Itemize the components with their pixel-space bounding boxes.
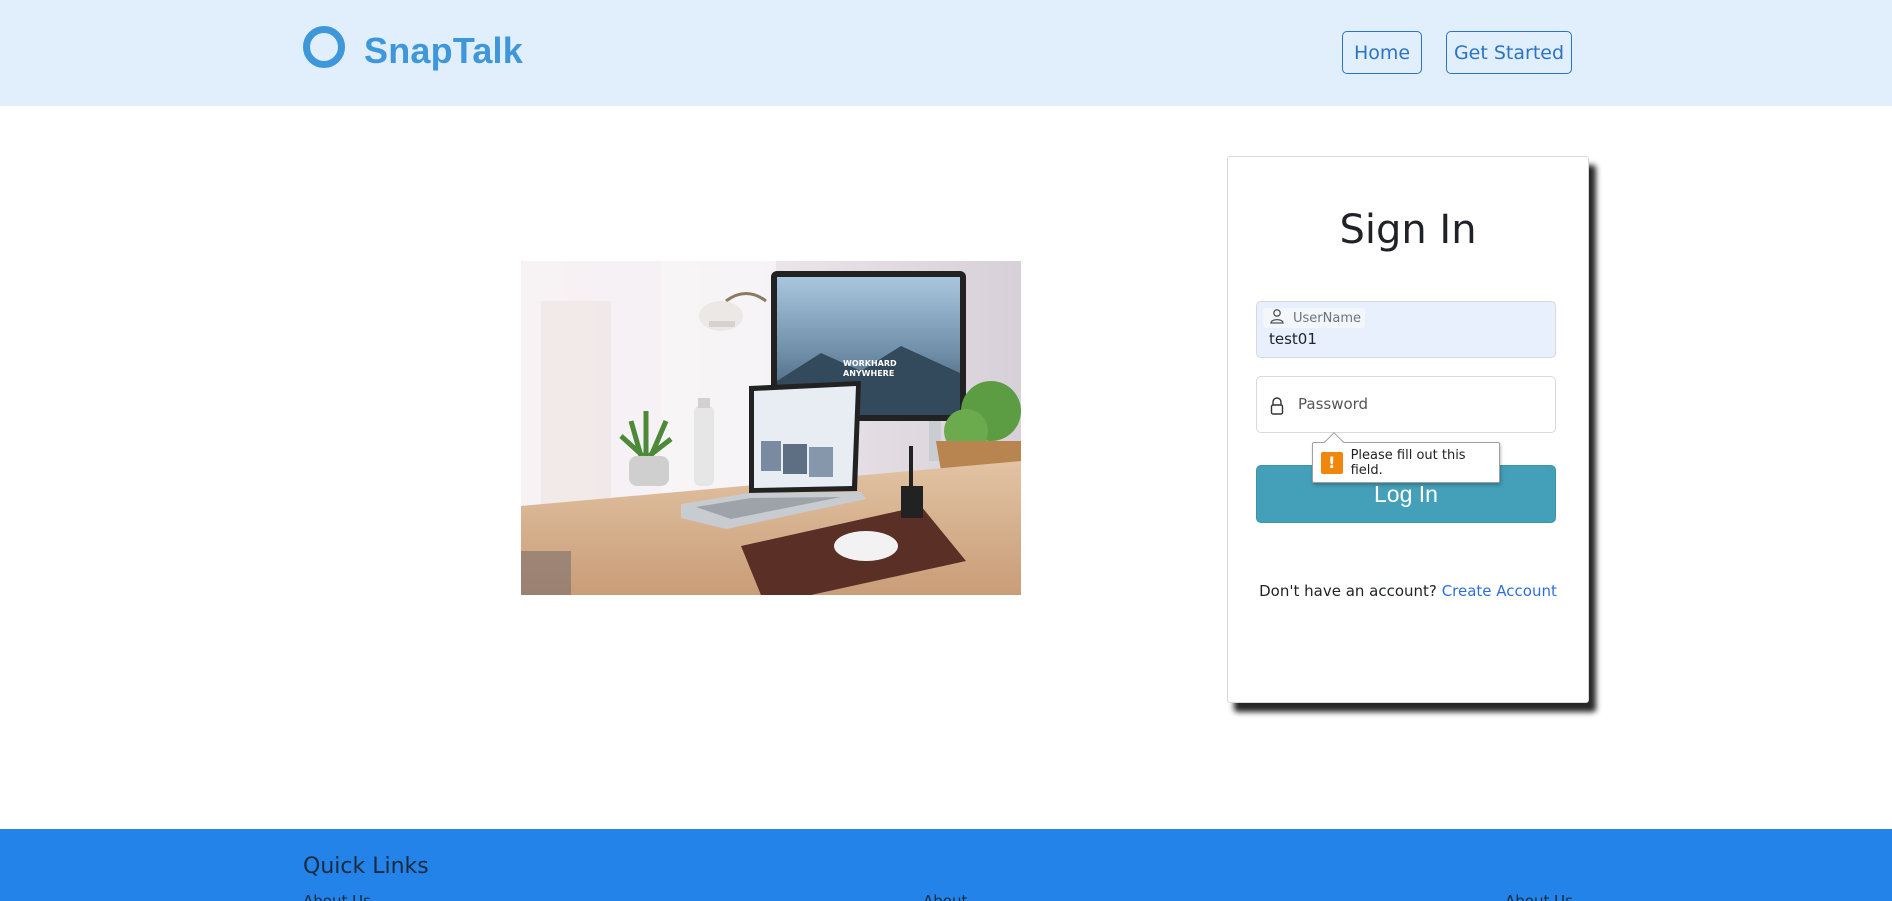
username-field[interactable]: UserName test01 (1256, 301, 1556, 358)
signin-card: Sign In UserName test01 Password ! Pleas… (1227, 156, 1589, 703)
warning-icon: ! (1321, 451, 1343, 474)
nav-home-button[interactable]: Home (1342, 31, 1422, 74)
username-label: UserName (1263, 308, 1365, 328)
svg-text:ANYWHERE: ANYWHERE (843, 369, 894, 378)
username-label-text: UserName (1293, 310, 1361, 326)
brand-name[interactable]: SnapTalk (364, 30, 523, 72)
signup-prompt: Don't have an account? Create Account (1228, 582, 1588, 600)
create-account-link[interactable]: Create Account (1442, 582, 1557, 600)
desk-scene-illustration: WORKHARD ANYWHERE (521, 261, 1021, 595)
footer-link-about-us-2[interactable]: About Us (1505, 892, 1573, 901)
user-icon (1269, 308, 1285, 328)
lock-icon (1269, 396, 1285, 420)
signin-title: Sign In (1339, 207, 1477, 253)
validation-tooltip: ! Please fill out this field. (1312, 442, 1500, 483)
footer-link-about[interactable]: About (923, 892, 967, 901)
site-footer: Quick Links About Us About About Us (0, 829, 1892, 901)
validation-message: Please fill out this field. (1350, 447, 1466, 478)
footer-title: Quick Links (303, 854, 429, 879)
password-field[interactable]: Password (1256, 376, 1556, 433)
footer-link-about-us[interactable]: About Us (303, 892, 371, 901)
brand-ring-icon (303, 26, 345, 68)
nav-get-started-button[interactable]: Get Started (1446, 31, 1572, 74)
site-header: SnapTalk Home Get Started (0, 0, 1892, 106)
signup-prompt-text: Don't have an account? (1259, 582, 1437, 600)
password-placeholder: Password (1298, 395, 1369, 413)
hero-image: WORKHARD ANYWHERE (521, 261, 1021, 595)
svg-text:WORKHARD: WORKHARD (843, 359, 897, 368)
username-value[interactable]: test01 (1269, 330, 1317, 348)
